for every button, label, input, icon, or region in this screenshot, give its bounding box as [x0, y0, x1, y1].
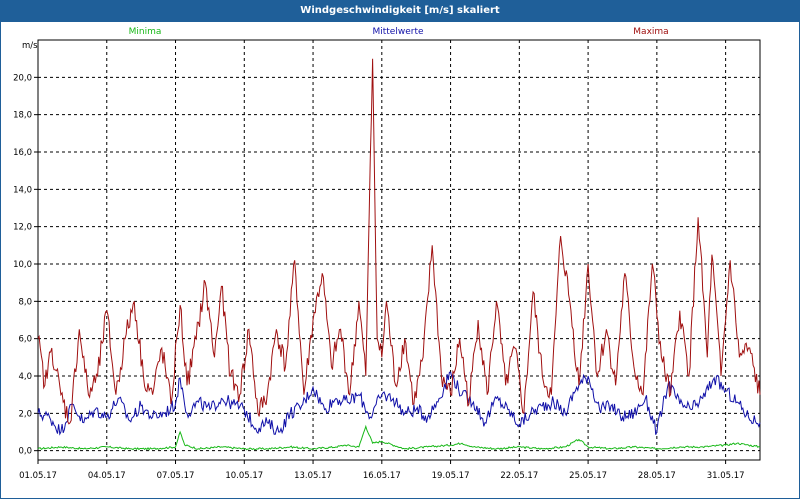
x-axis: 01.05.17 04.05.17 07.05.17 10.05.17 13.05.17… — [19, 460, 745, 481]
x-tick-label: 13.05.17 — [294, 471, 332, 481]
x-tick-label: 22.05.17 — [500, 471, 538, 481]
y-tick-label: 0,0 — [18, 447, 32, 457]
legend-minima: Minima — [129, 27, 162, 37]
line-chart: 0,02,04,06,08,010,012,014,016,018,020,0 … — [13, 27, 761, 481]
y-tick-label: 20,0 — [13, 73, 32, 83]
y-tick-label: 4,0 — [18, 372, 32, 382]
y-tick-label: 14,0 — [13, 185, 32, 195]
x-tick-label: 31.05.17 — [707, 471, 745, 481]
x-tick-label: 19.05.17 — [432, 471, 470, 481]
x-tick-label: 10.05.17 — [225, 471, 263, 481]
y-tick-label: 8,0 — [18, 297, 32, 307]
y-tick-label: 16,0 — [13, 148, 32, 158]
legend-mittelwerte: Mittelwerte — [372, 27, 423, 37]
y-tick-label: 18,0 — [13, 111, 32, 121]
y-tick-label: 12,0 — [13, 223, 32, 233]
plot-area — [37, 39, 761, 461]
y-tick-label: 10,0 — [13, 260, 32, 270]
x-tick-label: 25.05.17 — [569, 471, 607, 481]
y-tick-label: 6,0 — [18, 335, 32, 345]
x-tick-label: 04.05.17 — [88, 471, 126, 481]
legend-maxima: Maxima — [633, 27, 668, 37]
x-tick-label: 28.05.17 — [638, 471, 676, 481]
x-tick-label: 16.05.17 — [363, 471, 401, 481]
legend: Minima Mittelwerte Maxima — [129, 27, 669, 37]
x-tick-label: 01.05.17 — [19, 471, 57, 481]
y-tick-label: 2,0 — [18, 409, 32, 419]
x-tick-label: 07.05.17 — [157, 471, 195, 481]
y-axis-label: m/s — [22, 41, 38, 51]
y-axis: 0,0 2,0 4,0 6,0 8,0 10,0 12,0 14,0 16,0 18,0 20,0 — [13, 73, 38, 457]
